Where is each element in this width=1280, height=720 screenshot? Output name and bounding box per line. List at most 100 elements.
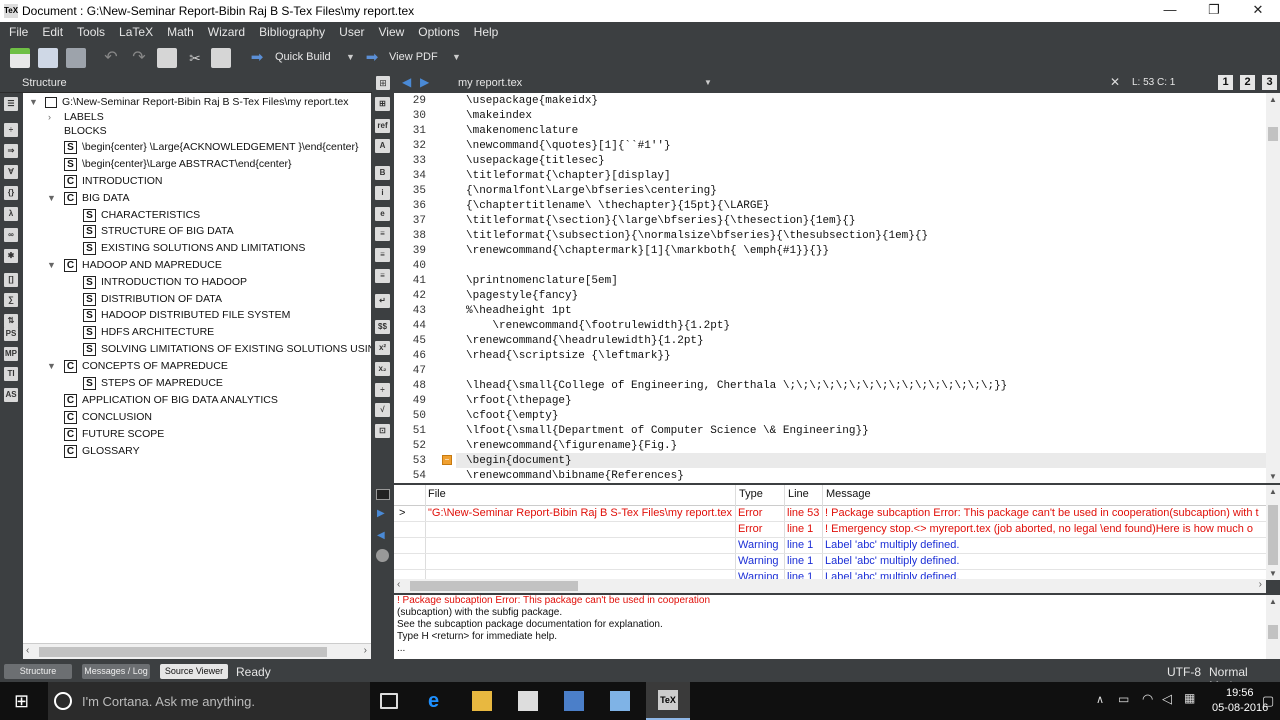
code-line[interactable]: \renewcommand{\figurename}{Fig.} [466,440,677,452]
tree-item[interactable]: S STRUCTURE OF BIG DATA [83,223,234,239]
tree-item[interactable]: S \begin{center}\Large ABSTRACT\end{cente… [64,156,292,172]
code-line[interactable]: \renewcommand\bibname{References} [466,470,684,482]
chevron-down-icon[interactable]: ▼ [704,78,712,87]
code-editor[interactable]: − 29 \usepackage{makeidx} 30 \makeindex 31 \m… [394,93,1266,483]
code-line[interactable]: {\chaptertitlename\ \thechapter}{15pt}{\… [466,200,770,212]
message-line[interactable]: line 1 [787,553,813,569]
tree-item[interactable]: C BIG DATA [64,190,129,206]
scroll-up-icon[interactable]: ▲ [1269,487,1277,496]
expand-arrow-icon[interactable]: › [48,109,51,125]
message-file[interactable]: "G:\New-Seminar Report-Bibin Raj B S-Tex… [428,505,732,521]
next-document-icon[interactable]: ▶ [420,75,429,89]
cut-icon[interactable]: ✂ [185,48,205,68]
delimiters-icon[interactable]: {} [4,186,18,200]
clock-date[interactable]: 05-08-2016 [1212,702,1268,714]
align-right-icon[interactable]: ≡ [375,269,390,283]
tree-item[interactable]: C HADOOP AND MAPREDUCE [64,257,222,273]
scroll-left-icon[interactable]: ‹ [397,579,400,590]
column-header-file[interactable]: File [428,488,446,500]
chevron-down-icon[interactable]: ▼ [346,52,355,62]
menu-user[interactable]: User [332,22,371,43]
show-hidden-icons-icon[interactable]: ∧ [1096,693,1104,706]
code-line[interactable]: \titleformat{\section}{\large\bfseries}{… [466,215,855,227]
code-line[interactable]: \renewcommand{\chaptermark}[1]{\markboth… [466,245,829,257]
tree-item[interactable]: C CONCLUSION [64,409,152,425]
code-line[interactable]: \begin{document} [466,455,572,467]
collapse-arrow-icon[interactable]: ▼ [47,190,56,206]
close-document-icon[interactable]: ✕ [1110,75,1120,89]
code-line[interactable]: \renewcommand{\footrulewidth}{1.2pt} [466,320,730,332]
tree-horizontal-scrollbar[interactable]: ‹ › [23,643,371,659]
asterisk-symbols-icon[interactable]: ✱ [4,249,18,263]
code-line[interactable]: %\headheight 1pt [466,305,572,317]
menu-latex[interactable]: LaTeX [112,22,160,43]
scroll-thumb[interactable] [1268,127,1278,141]
message-type[interactable]: Error [738,505,762,521]
message-text[interactable]: ! Package subcaption Error: This package… [825,505,1259,521]
tree-item[interactable]: S SOLVING LIMITATIONS OF EXISTING SOLUTIO… [83,341,371,357]
message-text[interactable]: ! Emergency stop.<> myreport.tex (job ab… [825,521,1253,537]
message-type[interactable]: Warning [738,537,779,553]
scroll-left-icon[interactable]: ‹ [26,645,29,656]
bracket-symbols-icon[interactable]: [] [4,273,18,287]
cortana-search-box[interactable]: I'm Cortana. Ask me anything. [48,682,370,720]
code-line[interactable]: \usepackage{makeidx} [466,95,598,107]
code-line[interactable]: \usepackage{titlesec} [466,155,605,167]
code-line[interactable]: \titleformat{\chapter}[display] [466,170,671,182]
tree-item[interactable]: S HADOOP DISTRIBUTED FILE SYSTEM [83,307,290,323]
infinity-symbols-icon[interactable]: ∞ [4,228,18,242]
align-left-icon[interactable]: ≡ [375,227,390,241]
tree-root[interactable]: G:\New-Seminar Report-Bibin Raj B S-Tex … [45,94,349,110]
scroll-thumb[interactable] [410,581,578,591]
ref-icon[interactable]: ref [375,119,390,133]
structure-view-icon[interactable]: ☰ [4,97,18,111]
tree-item[interactable]: S HDFS ARCHITECTURE [83,324,214,340]
paste-icon[interactable] [211,48,231,68]
menu-tools[interactable]: Tools [70,22,112,43]
code-line[interactable]: \renewcommand{\headrulewidth}{1.2pt} [466,335,704,347]
windows-start-icon[interactable]: ⊞ [14,691,29,712]
align-center-icon[interactable]: ≡ [375,248,390,262]
messages-vertical-scrollbar[interactable]: ▲ ▼ [1266,485,1280,580]
pstricks-icon[interactable]: PS [4,327,18,341]
tree-item-blocks[interactable]: BLOCKS [64,123,107,139]
menu-bibliography[interactable]: Bibliography [252,22,332,43]
message-line[interactable]: line 53 [787,505,819,521]
table-icon[interactable]: ⊞ [375,97,390,111]
code-line[interactable]: \makenomenclature [466,125,578,137]
menu-edit[interactable]: Edit [35,22,70,43]
scroll-thumb[interactable] [1268,505,1278,565]
arrow-symbols-icon[interactable]: ⇒ [4,144,18,158]
operators-icon[interactable]: ∑ [4,293,18,307]
column-header-line[interactable]: Line [788,488,809,500]
message-text[interactable]: Label 'abc' multiply defined. [825,537,959,553]
scroll-thumb[interactable] [39,647,327,657]
app-icon-light-blue[interactable] [610,691,630,711]
relation-symbols-icon[interactable]: ÷ [4,123,18,137]
column-header-message[interactable]: Message [826,488,871,500]
code-line[interactable]: \printnomenclature[5em] [466,275,618,287]
menu-options[interactable]: Options [411,22,466,43]
messages-horizontal-scrollbar[interactable]: ‹ › [394,579,1266,593]
encoding[interactable]: UTF-8 [1167,665,1201,679]
maximize-button[interactable]: ❐ [1192,0,1236,22]
clear-icon[interactable] [376,549,389,562]
view-pdf-arrow-icon[interactable]: ➡ [362,48,382,68]
sqrt-icon[interactable]: √ [375,403,390,417]
file-explorer-icon[interactable] [472,691,492,711]
code-line[interactable]: \lfoot{\small{Department of Computer Sci… [466,425,869,437]
view-pdf-button[interactable]: View PDF [389,51,438,63]
menu-math[interactable]: Math [160,22,201,43]
greek-letters-icon[interactable]: λ [4,207,18,221]
store-icon[interactable] [518,691,538,711]
tree-item[interactable]: C APPLICATION OF BIG DATA ANALYTICS [64,392,278,408]
menu-help[interactable]: Help [467,22,506,43]
asymptote-icon[interactable]: AS [4,388,18,402]
volume-icon[interactable]: ◁ [1162,691,1172,707]
collapse-arrow-icon[interactable]: ▼ [47,358,56,374]
left-right-icon[interactable]: ⊡ [375,424,390,438]
code-line[interactable]: \cfoot{\empty} [466,410,558,422]
collapse-arrow-icon[interactable]: ▼ [29,94,38,110]
message-type[interactable]: Warning [738,553,779,569]
code-line[interactable]: \lhead{\small{College of Engineering, Ch… [466,380,1007,392]
